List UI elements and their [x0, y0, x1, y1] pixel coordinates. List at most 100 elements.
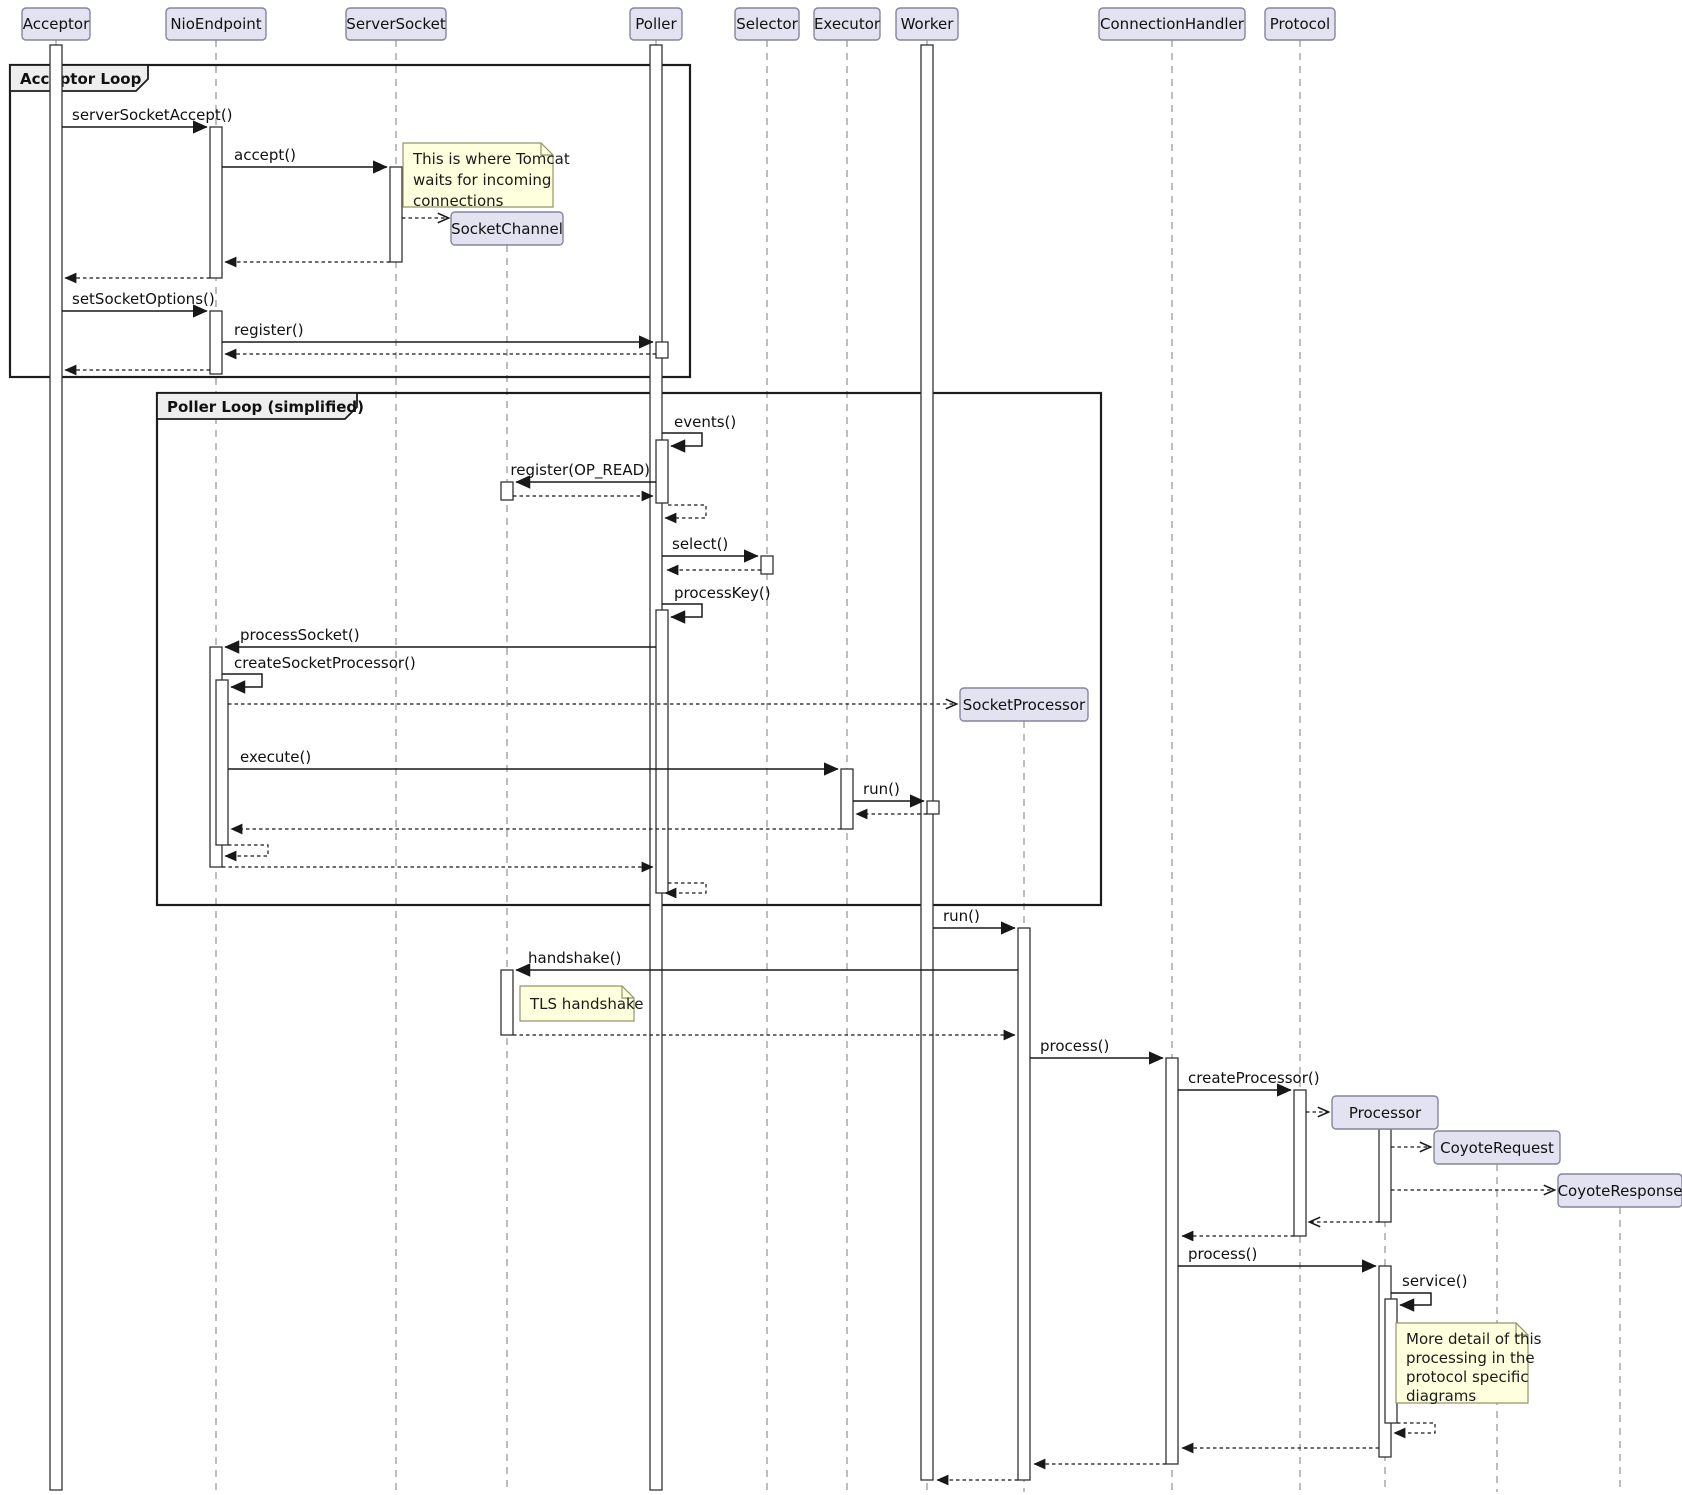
message-label: processSocket() [240, 626, 360, 644]
self-return-service [1394, 1423, 1435, 1433]
message-service: service() [1391, 1272, 1467, 1305]
return-arrow [225, 845, 268, 856]
message-select: select() [662, 535, 761, 570]
participant-poller: Poller [630, 8, 682, 40]
self-return-processkey [665, 883, 706, 893]
participant-label: Worker [901, 15, 955, 33]
participant-label: Poller [635, 15, 677, 33]
participant-label: Protocol [1270, 15, 1330, 33]
activation-nioendpoint-accept [210, 127, 222, 278]
participant-coyoteresponse: CoyoteResponse [1558, 1174, 1682, 1207]
participant-protocol: Protocol [1265, 8, 1335, 40]
activation-nioendpoint-createsocketprocessor [216, 680, 228, 845]
activation-worker-run [927, 801, 939, 814]
message-run-socketprocessor: run() [933, 907, 1015, 928]
return-arrow [1394, 1423, 1435, 1433]
message-label: serverSocketAccept() [72, 106, 233, 124]
message-label: setSocketOptions() [72, 290, 215, 308]
return-arrow [665, 883, 706, 893]
participant-worker: Worker [896, 8, 958, 40]
participant-label: CoyoteRequest [1440, 1139, 1554, 1157]
message-process-connectionhandler: process() [1030, 1037, 1163, 1058]
participant-serversocket: ServerSocket [346, 8, 446, 40]
activation-socketprocessor [1018, 928, 1030, 1480]
message-label: createProcessor() [1188, 1069, 1320, 1087]
message-execute: execute() [228, 748, 838, 769]
message-events: events() [662, 413, 736, 446]
note-protocol-detail: More detail of this processing in the pr… [1396, 1323, 1542, 1405]
message-register-opread: register(OP_READ) [510, 461, 656, 496]
participant-connectionhandler: ConnectionHandler [1099, 8, 1245, 40]
activation-selector [761, 556, 773, 574]
message-label: accept() [234, 146, 296, 164]
message-processkey: processKey() [662, 584, 771, 617]
participant-nioendpoint: NioEndpoint [166, 8, 266, 40]
message-createsocketprocessor: createSocketProcessor() [222, 654, 416, 687]
activation-worker-main [921, 45, 933, 1480]
note-line: protocol specific [1406, 1368, 1529, 1386]
participant-label: SocketProcessor [963, 696, 1086, 714]
participant-label: ConnectionHandler [1100, 15, 1245, 33]
participant-label: Acceptor [23, 15, 90, 33]
activation-protocol [1294, 1090, 1306, 1236]
activation-processor-create [1379, 1129, 1391, 1222]
participant-acceptor: Acceptor [22, 8, 90, 40]
participant-selector: Selector [735, 8, 799, 40]
message-label: processKey() [674, 584, 771, 602]
activation-poller-register [656, 342, 668, 358]
message-label: execute() [240, 748, 311, 766]
return-arrow [665, 505, 706, 518]
sequence-diagram: Acceptor Loop Poller Loop (simplified) s… [0, 0, 1682, 1495]
message-label: service() [1402, 1272, 1467, 1290]
self-return-createsocketprocessor [225, 845, 268, 856]
message-process-processor: process() [1178, 1245, 1376, 1266]
activation-poller-events [656, 440, 668, 503]
participant-socketchannel: SocketChannel [451, 212, 563, 245]
frame-label: Poller Loop (simplified) [167, 398, 364, 416]
message-serversocketaccept: serverSocketAccept() [62, 106, 233, 127]
diagram-canvas: Acceptor Loop Poller Loop (simplified) s… [0, 0, 1682, 1495]
activation-serversocket [390, 167, 402, 262]
message-label: events() [674, 413, 736, 431]
message-accept: accept() [222, 146, 387, 167]
participant-label: SocketChannel [451, 220, 563, 238]
message-label: run() [943, 907, 980, 925]
message-createprocessor: createProcessor() [1178, 1069, 1320, 1090]
message-label: register(OP_READ) [510, 461, 650, 480]
activation-connectionhandler [1166, 1058, 1178, 1464]
participant-coyoterequest: CoyoteRequest [1434, 1131, 1560, 1164]
participant-headers: Acceptor NioEndpoint ServerSocket Poller… [22, 8, 1335, 40]
participant-executor: Executor [814, 8, 881, 40]
note-line: diagrams [1406, 1387, 1476, 1405]
activation-executor [841, 769, 853, 829]
participant-label: NioEndpoint [170, 15, 261, 33]
note-line: This is where Tomcat [412, 150, 570, 168]
message-label: register() [234, 321, 304, 339]
message-processsocket: processSocket() [225, 626, 656, 647]
activation-processor-service [1385, 1299, 1397, 1423]
self-return-events [665, 505, 706, 518]
participant-label: Selector [736, 15, 798, 33]
activation-nioendpoint-setsocketoptions [210, 311, 222, 374]
note-tls-handshake: TLS handshake [520, 986, 643, 1021]
participant-label: Processor [1349, 1104, 1422, 1122]
note-line: waits for incoming [413, 171, 551, 189]
participant-label: Executor [814, 15, 881, 33]
frame-label: Acceptor Loop [20, 70, 142, 88]
note-line: More detail of this [1406, 1330, 1542, 1348]
activation-acceptor-main [50, 45, 62, 1490]
message-label: process() [1040, 1037, 1109, 1055]
message-setsocketoptions: setSocketOptions() [62, 290, 215, 311]
message-label: select() [672, 535, 728, 553]
participant-socketprocessor: SocketProcessor [960, 688, 1088, 721]
message-register: register() [222, 321, 653, 342]
message-run-worker: run() [853, 780, 927, 814]
message-label: process() [1188, 1245, 1257, 1263]
message-label: run() [863, 780, 900, 798]
note-line: TLS handshake [529, 995, 643, 1013]
participant-label: CoyoteResponse [1558, 1182, 1682, 1200]
activation-poller-processkey [656, 610, 668, 893]
activation-socketchannel-register [501, 482, 513, 500]
message-label: createSocketProcessor() [234, 654, 416, 672]
note-line: processing in the [1406, 1349, 1535, 1367]
